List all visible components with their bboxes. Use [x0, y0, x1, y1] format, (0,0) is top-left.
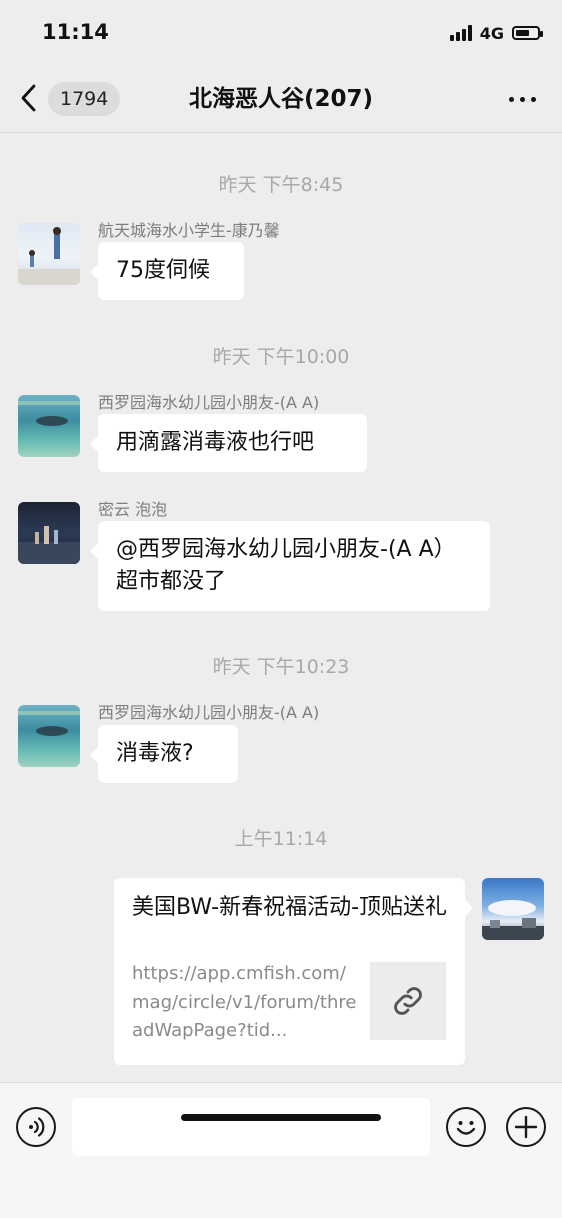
link-card-title: 美国BW-新春祝福活动-顶贴送礼: [132, 895, 448, 920]
more-options-icon[interactable]: [509, 90, 536, 108]
message-timestamp: 昨天 下午10:00: [212, 346, 350, 368]
avatar[interactable]: [18, 705, 80, 767]
emoji-button[interactable]: [446, 1107, 486, 1147]
person-photo-icon: [18, 227, 80, 285]
night-photo-icon: [18, 526, 80, 564]
message-bubble[interactable]: @西罗园海水幼儿园小朋友-(A A） 超市都没了: [90, 521, 490, 611]
home-indicator: [181, 1114, 381, 1121]
emoji-icon: [456, 1121, 476, 1135]
voice-button[interactable]: [16, 1107, 56, 1147]
sea-photo-icon: [18, 711, 80, 736]
message-bubble[interactable]: 75度伺候: [90, 242, 244, 300]
my-avatar[interactable]: [482, 878, 544, 940]
message-timestamp: 上午11:14: [234, 828, 328, 850]
sender-name: 西罗园海水幼儿园小朋友-(A A): [98, 393, 320, 412]
sender-name: 西罗园海水幼儿园小朋友-(A A): [98, 703, 320, 722]
chat-title: 北海恶人谷(207): [188, 86, 374, 112]
message-input[interactable]: [72, 1098, 430, 1156]
status-indicators: 4G: [449, 22, 543, 44]
chevron-left-icon: [21, 84, 36, 112]
sky-photo-icon: [482, 900, 544, 940]
status-bar: 11:14 4G: [0, 0, 562, 64]
message-bubble[interactable]: 消毒液?: [90, 725, 238, 783]
link-card-url: https://app.cmfish.com/mag/circle/v1/for…: [132, 963, 357, 1041]
avatar[interactable]: [18, 502, 80, 564]
link-card-message[interactable]: 美国BW-新春祝福活动-顶贴送礼 https://app.cmfish.com/…: [114, 878, 473, 1065]
message-timestamp: 昨天 下午8:45: [218, 174, 344, 196]
signal-icon: [449, 25, 472, 41]
back-button[interactable]: [18, 80, 52, 116]
sender-name: 密云 泡泡: [98, 500, 168, 519]
link-thumbnail: [370, 962, 446, 1040]
battery-icon: [512, 26, 543, 40]
avatar[interactable]: [18, 223, 80, 285]
plus-icon: [514, 1115, 538, 1139]
link-icon: [394, 987, 422, 1015]
input-bar: [0, 1082, 562, 1218]
network-type: 4G: [479, 23, 504, 43]
message-bubble[interactable]: 用滴露消毒液也行吧: [90, 414, 367, 472]
status-time: 11:14: [42, 20, 109, 44]
avatar[interactable]: [18, 395, 80, 457]
plus-button[interactable]: [506, 1107, 546, 1147]
sea-photo-icon: [18, 401, 80, 426]
unread-count-badge[interactable]: 1794: [48, 82, 121, 116]
voice-icon: [29, 1117, 45, 1137]
sender-name: 航天城海水小学生-康乃馨: [98, 221, 280, 240]
message-timestamp: 昨天 下午10:23: [212, 656, 350, 678]
nav-bar: 1794 北海恶人谷(207): [0, 64, 562, 133]
